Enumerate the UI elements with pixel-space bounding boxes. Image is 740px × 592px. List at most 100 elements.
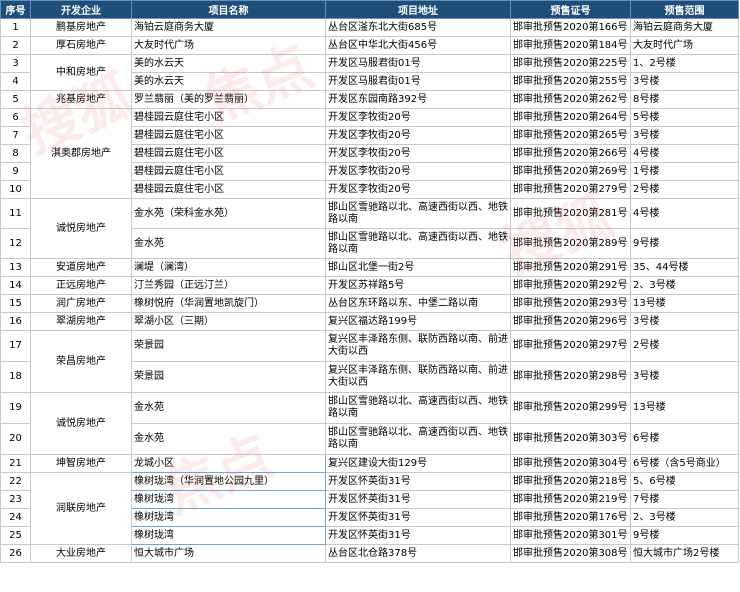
table-row: 6 淇奥郡房地产 碧桂园云庭住宅小区 开发区李牧街20号 邯审批预售2020第2… bbox=[0, 108, 739, 199]
address-cell: 邯山区雪驰路以北、高速西街以西、地铁路以南 bbox=[325, 228, 511, 259]
presale-table: 序号 开发企业 项目名称 项目地址 预售证号 预售范围 1 鹏基房地产 海铂云庭… bbox=[0, 0, 739, 563]
project-cell: 荣景园 bbox=[131, 330, 326, 362]
project-cell: 碧桂园云庭住宅小区 bbox=[131, 144, 326, 163]
scope-cell: 13号楼 bbox=[630, 294, 739, 313]
table-row: 11 诚悦房地产 金水苑（荣科金水苑） 邯山区雪驰路以北、高速西街以西、地铁路以… bbox=[0, 198, 739, 259]
permit-cell: 邯审批预售2020第301号 bbox=[510, 526, 631, 545]
permit-cell: 邯审批预售2020第218号 bbox=[510, 472, 631, 491]
project-cell: 澜堤（澜湾） bbox=[131, 258, 326, 277]
table-row: 14 正远房地产 汀兰秀园（正远汀兰） 开发区苏祥路5号 邯审批预售2020第2… bbox=[0, 276, 739, 295]
address-cell: 开发区李牧街20号 bbox=[325, 126, 511, 145]
table-row: 19 诚悦房地产 金水苑 邯山区雪驰路以北、高速西街以西、地铁路以南 邯审批预售… bbox=[0, 392, 739, 455]
project-cell: 美的水云天 bbox=[131, 72, 326, 91]
permit-cell: 邯审批预售2020第292号 bbox=[510, 276, 631, 295]
permit-cell: 邯审批预售2020第297号 bbox=[510, 330, 631, 362]
address-cell: 复兴区建设大街129号 bbox=[325, 454, 511, 473]
developer-cell: 润广房地产 bbox=[30, 294, 132, 313]
developer-cell: 安道房地产 bbox=[30, 258, 132, 277]
address-cell: 开发区怀英街31号 bbox=[325, 508, 511, 527]
project-cell: 海铂云庭商务大厦 bbox=[131, 18, 326, 37]
address-cell: 复兴区丰泽路东侧、联防西路以南、前进大街以西 bbox=[325, 330, 511, 362]
scope-cell: 9号楼 bbox=[630, 526, 739, 545]
header-no: 序号 bbox=[0, 0, 31, 19]
address-cell: 开发区怀英街31号 bbox=[325, 472, 511, 491]
table-row: 15 润广房地产 橡树悦府（华润置地凯旋门） 丛台区东环路以东、中堡二路以南 邯… bbox=[0, 294, 739, 313]
permit-cell: 邯审批预售2020第262号 bbox=[510, 90, 631, 109]
address-cell: 丛台区东环路以东、中堡二路以南 bbox=[325, 294, 511, 313]
permit-cell: 邯审批预售2020第184号 bbox=[510, 36, 631, 55]
project-cell: 碧桂园云庭住宅小区 bbox=[131, 108, 326, 127]
scope-cell: 2号楼 bbox=[630, 330, 739, 362]
header-row: 序号 开发企业 项目名称 项目地址 预售证号 预售范围 bbox=[0, 0, 739, 19]
permit-cell: 邯审批预售2020第166号 bbox=[510, 18, 631, 37]
scope-cell: 2、3号楼 bbox=[630, 508, 739, 527]
scope-cell: 7号楼 bbox=[630, 490, 739, 509]
scope-cell: 海铂云庭商务大厦 bbox=[630, 18, 739, 37]
row-no: 9 bbox=[0, 162, 31, 181]
developer-cell: 诚悦房地产 bbox=[30, 198, 132, 259]
row-no: 5 bbox=[0, 90, 31, 109]
project-cell: 金水苑 bbox=[131, 228, 326, 259]
address-cell: 邯山区雪驰路以北、高速西街以西、地铁路以南 bbox=[325, 198, 511, 229]
project-cell: 金水苑 bbox=[131, 392, 326, 424]
project-cell: 碧桂园云庭住宅小区 bbox=[131, 126, 326, 145]
project-cell: 橡树珑湾 bbox=[131, 508, 326, 527]
project-cell: 金水苑（荣科金水苑） bbox=[131, 198, 326, 229]
table-row: 5 兆基房地产 罗兰翡丽（美的罗兰翡丽） 开发区东园南路392号 邯审批预售20… bbox=[0, 90, 739, 109]
address-cell: 丛台区滏东北大街685号 bbox=[325, 18, 511, 37]
project-cell: 恒大城市广场 bbox=[131, 544, 326, 563]
scope-cell: 8号楼 bbox=[630, 90, 739, 109]
developer-cell: 翠湖房地产 bbox=[30, 312, 132, 331]
permit-cell: 邯审批预售2020第291号 bbox=[510, 258, 631, 277]
address-cell: 开发区李牧街20号 bbox=[325, 108, 511, 127]
scope-cell: 35、44号楼 bbox=[630, 258, 739, 277]
permit-cell: 邯审批预售2020第265号 bbox=[510, 126, 631, 145]
table-row: 17 荣昌房地产 荣景园 复兴区丰泽路东侧、联防西路以南、前进大街以西 邯审批预… bbox=[0, 330, 739, 393]
developer-cell: 鹏基房地产 bbox=[30, 18, 132, 37]
row-no: 3 bbox=[0, 54, 31, 73]
project-cell: 龙城小区 bbox=[131, 454, 326, 473]
scope-cell: 4号楼 bbox=[630, 198, 739, 229]
table-row: 22 润联房地产 橡树珑湾（华润置地公园九里） 开发区怀英街31号 邯审批预售2… bbox=[0, 472, 739, 545]
project-cell: 橡树珑湾 bbox=[131, 490, 326, 509]
scope-cell: 2号楼 bbox=[630, 180, 739, 199]
address-cell: 复兴区福达路199号 bbox=[325, 312, 511, 331]
row-no: 15 bbox=[0, 294, 31, 313]
address-cell: 开发区李牧街20号 bbox=[325, 162, 511, 181]
row-no: 25 bbox=[0, 526, 31, 545]
address-cell: 邯山区雪驰路以北、高速西街以西、地铁路以南 bbox=[325, 392, 511, 424]
permit-cell: 邯审批预售2020第264号 bbox=[510, 108, 631, 127]
scope-cell: 5、6号楼 bbox=[630, 472, 739, 491]
permit-cell: 邯审批预售2020第289号 bbox=[510, 228, 631, 259]
scope-cell: 3号楼 bbox=[630, 361, 739, 393]
address-cell: 开发区东园南路392号 bbox=[325, 90, 511, 109]
address-cell: 开发区马服君街01号 bbox=[325, 54, 511, 73]
permit-cell: 邯审批预售2020第293号 bbox=[510, 294, 631, 313]
row-no: 23 bbox=[0, 490, 31, 509]
row-no: 19 bbox=[0, 392, 31, 424]
permit-cell: 邯审批预售2020第266号 bbox=[510, 144, 631, 163]
table-row: 13 安道房地产 澜堤（澜湾） 邯山区北堡一街2号 邯审批预售2020第291号… bbox=[0, 258, 739, 277]
permit-cell: 邯审批预售2020第303号 bbox=[510, 423, 631, 455]
scope-cell: 1号楼 bbox=[630, 162, 739, 181]
permit-cell: 邯审批预售2020第298号 bbox=[510, 361, 631, 393]
permit-cell: 邯审批预售2020第269号 bbox=[510, 162, 631, 181]
scope-cell: 3号楼 bbox=[630, 72, 739, 91]
developer-cell: 淇奥郡房地产 bbox=[30, 108, 132, 199]
table-row: 16 翠湖房地产 翠湖小区（三期） 复兴区福达路199号 邯审批预售2020第2… bbox=[0, 312, 739, 331]
table-row: 2 厚石房地产 大友时代广场 丛台区中华北大街456号 邯审批预售2020第18… bbox=[0, 36, 739, 55]
row-no: 12 bbox=[0, 228, 31, 259]
row-no: 1 bbox=[0, 18, 31, 37]
row-no: 7 bbox=[0, 126, 31, 145]
developer-cell: 中和房地产 bbox=[30, 54, 132, 91]
scope-cell: 5号楼 bbox=[630, 108, 739, 127]
row-no: 11 bbox=[0, 198, 31, 229]
table-row: 26 大业房地产 恒大城市广场 丛台区北仓路378号 邯审批预售2020第308… bbox=[0, 544, 739, 563]
scope-cell: 3号楼 bbox=[630, 126, 739, 145]
address-cell: 开发区怀英街31号 bbox=[325, 490, 511, 509]
row-no: 22 bbox=[0, 472, 31, 491]
permit-cell: 邯审批预售2020第281号 bbox=[510, 198, 631, 229]
address-cell: 丛台区中华北大街456号 bbox=[325, 36, 511, 55]
scope-cell: 2、3号楼 bbox=[630, 276, 739, 295]
scope-cell: 9号楼 bbox=[630, 228, 739, 259]
